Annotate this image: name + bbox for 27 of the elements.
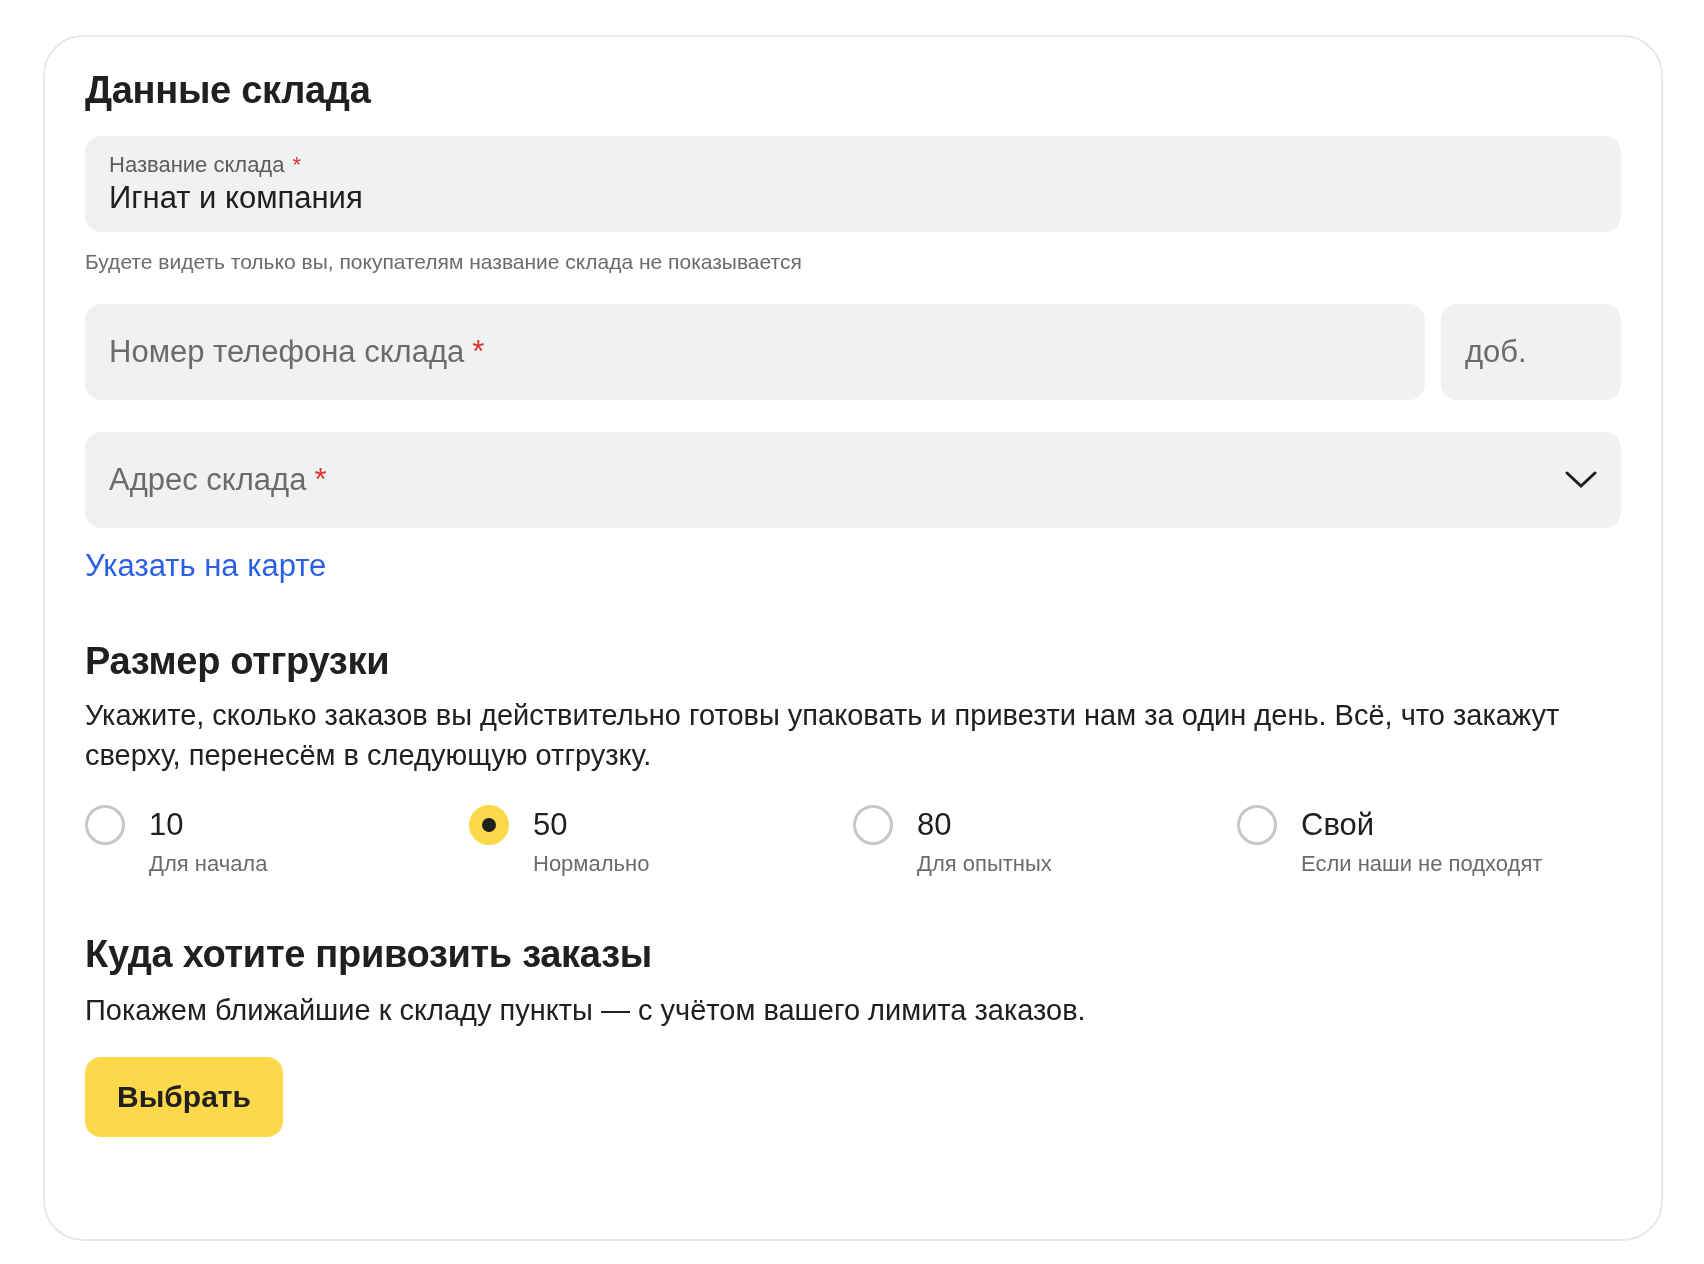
map-link[interactable]: Указать на карте [85, 548, 327, 584]
radio-button[interactable] [853, 805, 893, 845]
option-caption: Для начала [149, 851, 268, 877]
option-label: Свой [1301, 806, 1376, 844]
section-heading: Размер отгрузки [85, 640, 391, 683]
choose-button[interactable]: Выбрать [85, 1057, 283, 1137]
address-dropdown[interactable]: Адрес склада * [85, 432, 1621, 528]
section-description: Укажите, сколько заказов вы действительно готовы упаковать и привезти нам за один день. Всё, что закажут сверху, перенесём в следующую отгрузку. [85, 698, 1561, 773]
field-hint: Будете видеть только вы, покупателям название склада не показывается [85, 250, 803, 274]
chevron-down-icon [1565, 471, 1597, 489]
warehouse-name-field[interactable]: Название склада * Игнат и компания [85, 136, 1621, 232]
section-title: Данные склада [85, 69, 372, 112]
radio-button[interactable] [1237, 805, 1277, 845]
option-label: 50 [533, 806, 569, 844]
section-description: Покажем ближайшие к складу пункты — с учётом вашего лимита заказов. [85, 994, 1087, 1027]
field-label: Название склада * [109, 152, 301, 178]
option-label: 80 [917, 806, 953, 844]
option-caption: Нормально [533, 851, 650, 877]
option-caption: Для опытных [917, 851, 1052, 877]
radio-button[interactable] [469, 805, 509, 845]
radio-button[interactable] [85, 805, 125, 845]
extension-field[interactable]: доб. [1441, 304, 1621, 400]
field-value: Игнат и компания [109, 180, 363, 216]
option-label: 10 [149, 806, 185, 844]
option-caption: Если наши не подходят [1301, 851, 1543, 877]
section-heading: Куда хотите привозить заказы [85, 933, 653, 976]
phone-field[interactable]: Номер телефона склада * [85, 304, 1425, 400]
